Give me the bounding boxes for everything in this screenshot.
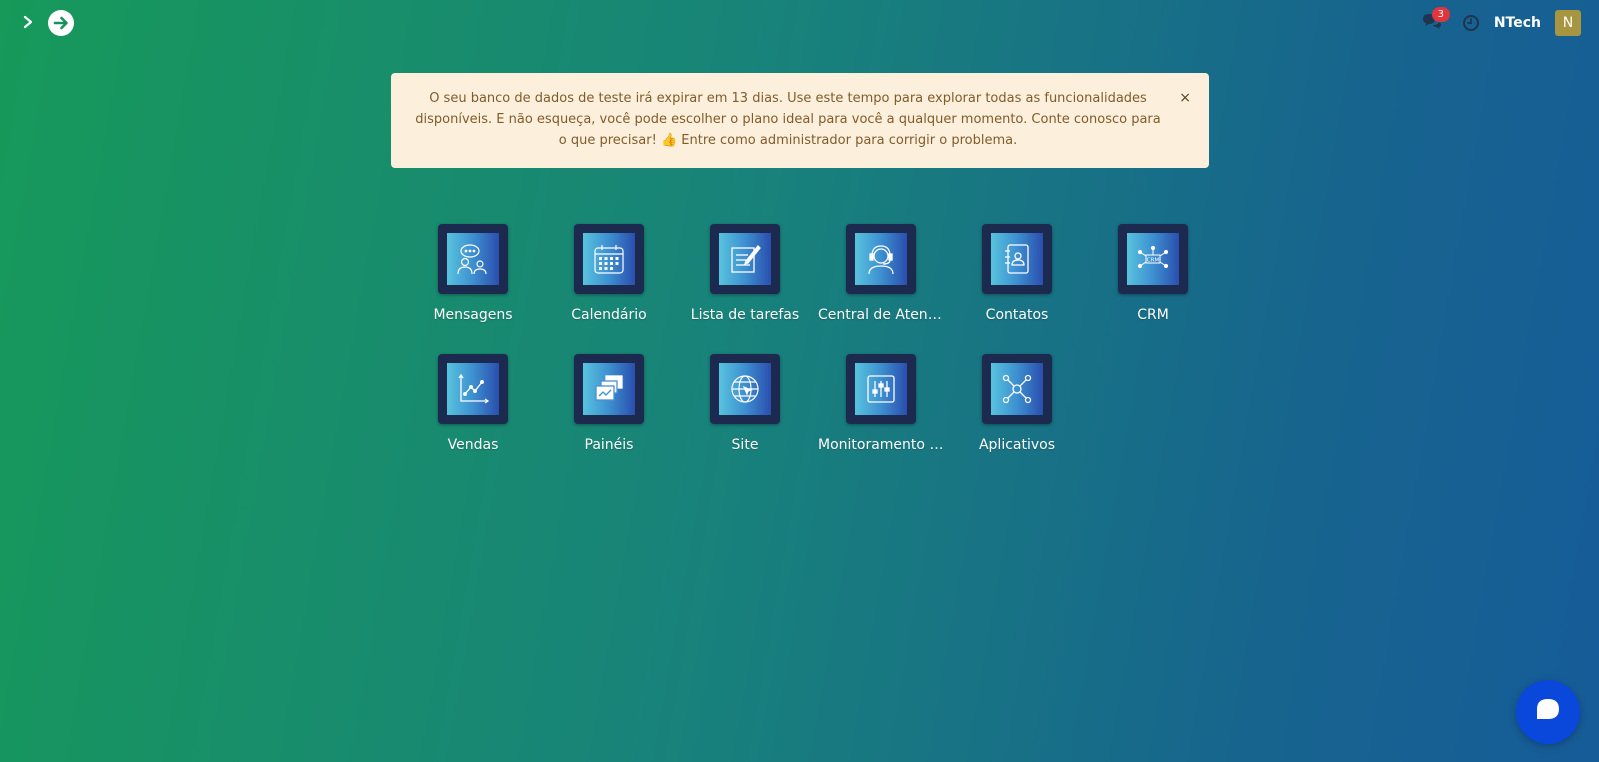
close-icon[interactable]: × (1179, 88, 1191, 109)
app-icon-frame (982, 354, 1052, 424)
app-contatos[interactable]: Contatos (954, 224, 1080, 336)
chat-people-icon (447, 233, 499, 285)
app-icon-frame (846, 354, 916, 424)
app-icon-frame (574, 354, 644, 424)
app-crm[interactable]: CRM CRM (1090, 224, 1216, 336)
app-paineis[interactable]: Painéis (546, 354, 672, 466)
app-label: Lista de tarefas (690, 307, 800, 323)
apps-network-icon (991, 363, 1043, 415)
avatar[interactable]: N (1555, 10, 1581, 36)
app-label: Mensagens (433, 307, 513, 323)
app-calendario[interactable]: Calendário (546, 224, 672, 336)
company-switcher[interactable]: NTech (1494, 15, 1541, 31)
livechat-button[interactable] (1516, 680, 1580, 744)
app-lista-de-tarefas[interactable]: Lista de tarefas (682, 224, 808, 336)
notification-badge: 3 (1431, 7, 1450, 22)
arrow-right-circle-icon[interactable] (48, 10, 74, 36)
app-label: Vendas (447, 437, 499, 453)
app-icon-frame (710, 354, 780, 424)
messaging-menu[interactable]: 3 (1418, 7, 1450, 37)
app-label: CRM (1137, 307, 1169, 323)
trial-expiration-alert: O seu banco de dados de teste irá expira… (391, 73, 1209, 168)
app-label: Aplicativos (978, 437, 1056, 453)
chevron-right-icon[interactable] (18, 10, 38, 34)
app-label: Site (731, 437, 759, 453)
globe-icon (719, 363, 771, 415)
top-navbar: 3 NTech N (0, 0, 1599, 46)
app-label: Monitoramento de Sistemas (818, 437, 944, 453)
app-icon-frame (438, 224, 508, 294)
app-icon-frame (574, 224, 644, 294)
app-icon-frame (438, 354, 508, 424)
app-mensagens[interactable]: Mensagens (410, 224, 536, 336)
clock-icon[interactable] (1460, 12, 1482, 34)
app-vendas[interactable]: Vendas (410, 354, 536, 466)
crm-icon: CRM (1127, 233, 1179, 285)
app-label: Calendário (571, 307, 647, 323)
app-monitoramento-de-sistemas[interactable]: Monitoramento de Sistemas (818, 354, 944, 466)
calendar-icon (583, 233, 635, 285)
alert-message: O seu banco de dados de teste irá expira… (415, 91, 1161, 148)
app-label: Painéis (584, 437, 634, 453)
contacts-book-icon (991, 233, 1043, 285)
headset-agent-icon (855, 233, 907, 285)
app-site[interactable]: Site (682, 354, 808, 466)
task-list-icon (719, 233, 771, 285)
app-aplicativos[interactable]: Aplicativos (954, 354, 1080, 466)
monitoring-sliders-icon (855, 363, 907, 415)
app-icon-frame: CRM (1118, 224, 1188, 294)
systray: 3 NTech N (1418, 7, 1581, 37)
app-label: Contatos (985, 307, 1049, 323)
app-icon-frame (710, 224, 780, 294)
app-icon-frame (982, 224, 1052, 294)
dashboards-icon (583, 363, 635, 415)
app-central-de-atendimento[interactable]: Central de Atendimento (818, 224, 944, 336)
app-icon-frame (846, 224, 916, 294)
svg-text:CRM: CRM (1147, 258, 1160, 264)
chat-bubble-icon (1535, 698, 1561, 726)
app-label: Central de Atendimento (818, 307, 944, 323)
sales-chart-icon (447, 363, 499, 415)
